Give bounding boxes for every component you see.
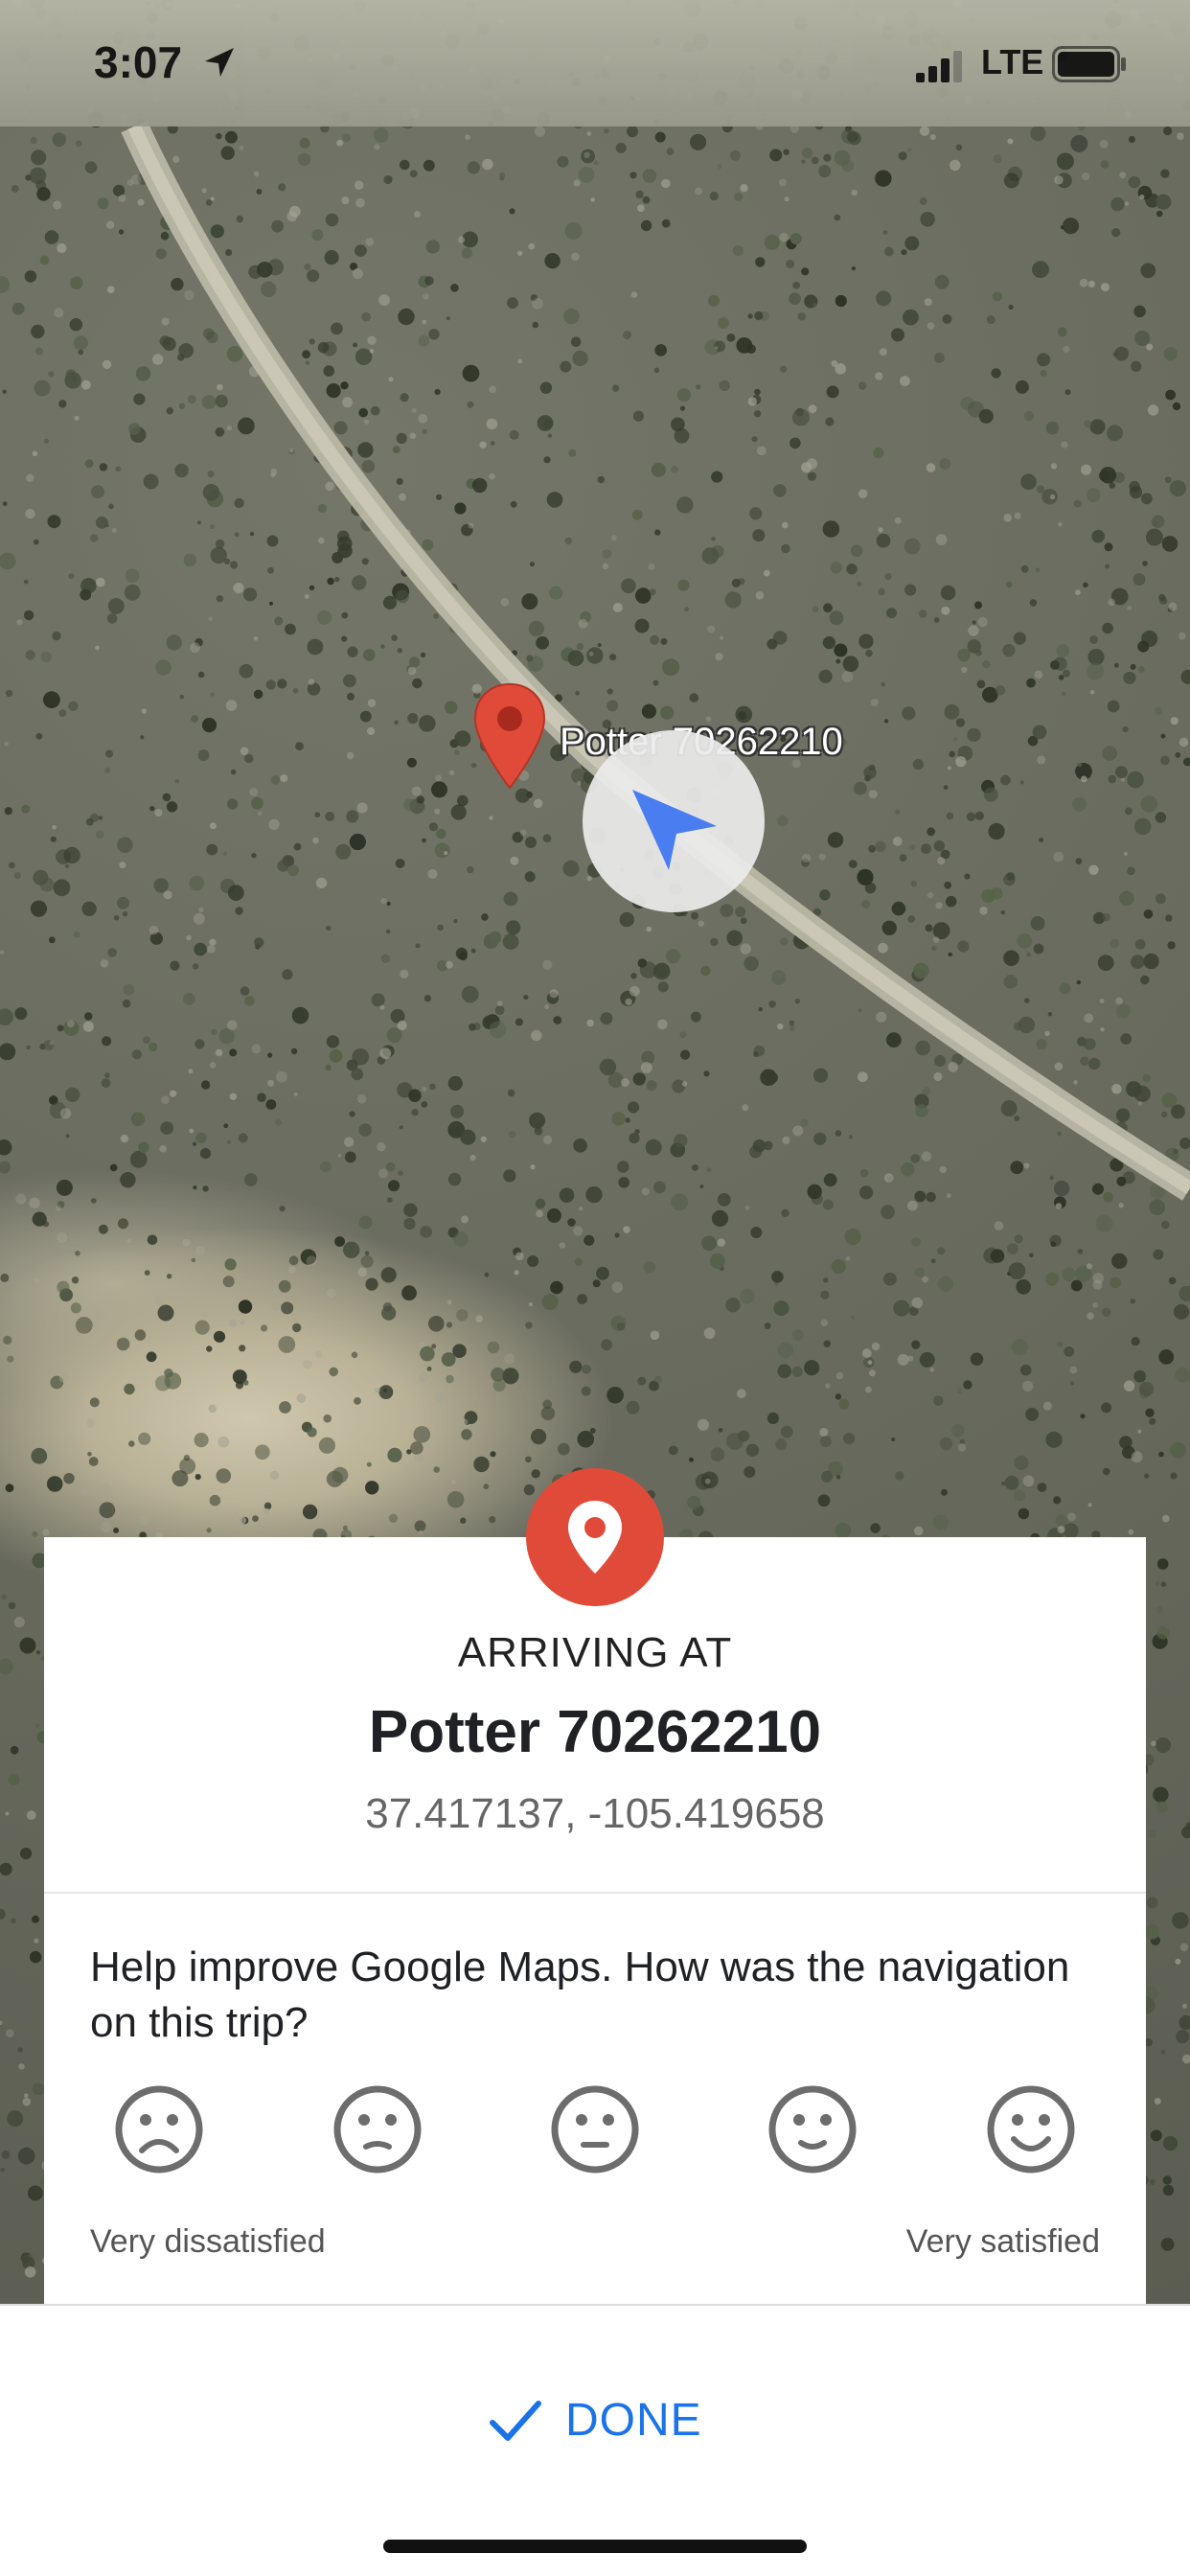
very-satisfied-face-icon[interactable] (985, 2083, 1077, 2175)
arriving-label: ARRIVING AT (457, 1629, 733, 1676)
done-label: DONE (565, 2395, 702, 2446)
status-bar: 3:07 LTE (0, 0, 1190, 126)
destination-name: Potter 70262210 (368, 1699, 822, 1765)
arrival-card: ARRIVING AT Potter 70262210 37.417137, -… (44, 1537, 1146, 2304)
current-location-puck (583, 730, 765, 912)
home-indicator (383, 2540, 807, 2553)
dissatisfied-face-icon[interactable] (332, 2083, 423, 2175)
battery-icon (1052, 46, 1126, 82)
network-type: LTE (981, 42, 1044, 81)
destination-pin-icon[interactable] (471, 682, 548, 790)
scale-min-label: Very dissatisfied (90, 2223, 326, 2260)
map-pin-icon (568, 1501, 622, 1574)
very-dissatisfied-face-icon[interactable] (113, 2083, 205, 2175)
destination-coordinates: 37.417137, -105.419658 (365, 1790, 825, 1837)
location-arrow-icon (205, 48, 234, 77)
scale-max-label: Very satisfied (905, 2223, 1100, 2260)
neutral-face-icon[interactable] (549, 2083, 641, 2175)
status-time: 3:07 (94, 37, 183, 87)
satisfied-face-icon[interactable] (767, 2083, 858, 2175)
feedback-question: Help improve Google Maps. How was the na… (90, 1944, 1070, 2046)
divider (44, 1892, 1146, 1894)
done-button[interactable]: DONE (479, 2373, 728, 2469)
signal-icon (916, 51, 962, 82)
navigation-arrow-icon (632, 790, 717, 870)
bottom-bar: DONE (0, 2304, 1190, 2576)
check-icon (490, 2401, 541, 2441)
destination-badge (526, 1468, 664, 1606)
